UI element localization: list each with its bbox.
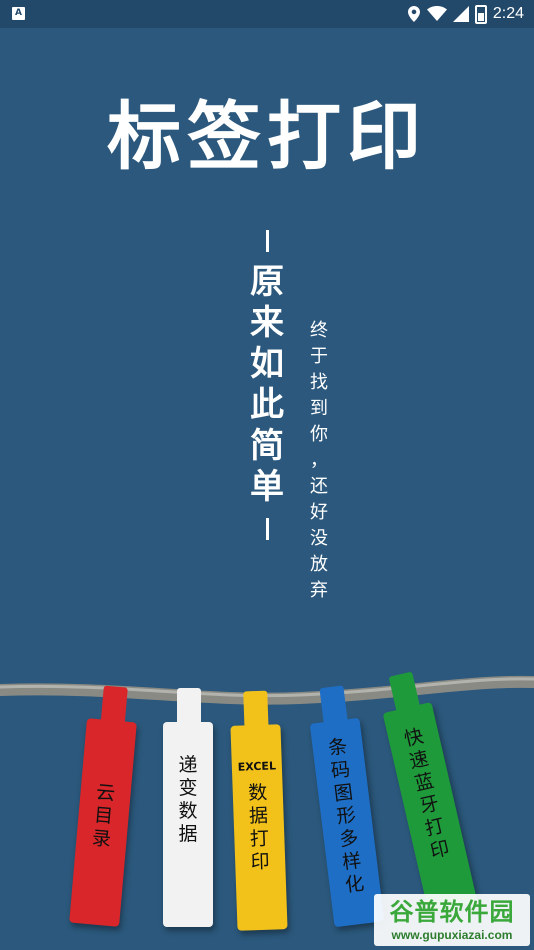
tagline-sub-char: 到: [310, 398, 328, 419]
app-notification-icon: A: [12, 7, 25, 20]
tag-label-char: 变: [178, 777, 198, 799]
tagline-main: 原 来 如 此 简 单: [247, 230, 287, 540]
tagline-sub-char: ，: [310, 450, 328, 471]
label-tag-excel-print: EXCEL 数 据 打 印: [230, 690, 288, 931]
tagline-main-char: 此: [250, 385, 284, 425]
tag-label-char: 打: [249, 827, 270, 851]
tag-neck: [319, 685, 349, 729]
tagline-dash-bottom: [265, 518, 269, 540]
label-tag-incremental-data: 递 变 数 据: [163, 688, 213, 927]
tag-label: 条 码 图 形 多 样 化: [312, 734, 381, 900]
tagline-main-char: 如: [250, 344, 284, 384]
tagline-sub-char: 还: [310, 476, 328, 497]
tagline-sub-char: 于: [310, 346, 328, 367]
wifi-icon: [426, 6, 447, 21]
label-tag-cloud-directory: 云 目 录: [69, 685, 137, 927]
label-tag-bluetooth-print: 快 速 蓝 牙 打 印: [382, 671, 478, 913]
tag-label: 递 变 数 据: [163, 754, 213, 846]
tag-label-char: 据: [248, 804, 269, 828]
status-time: 2:24: [492, 5, 524, 22]
splash-title: 标签打印: [107, 94, 427, 180]
tag-neck: [243, 690, 269, 732]
tagline-sub-char: 好: [310, 502, 328, 523]
site-watermark: 谷普软件园 www.gupuxiazai.com: [374, 894, 530, 946]
tagline-sub-char: 放: [310, 554, 328, 575]
tagline-sub: 终 于 找 到 你 ， 还 好 没 放 弃: [307, 318, 331, 604]
tag-label-char: 录: [91, 827, 112, 851]
tag-label-prefix: EXCEL: [237, 759, 277, 774]
tagline-main-char: 来: [250, 303, 284, 343]
tagline-sub-char: 你: [310, 424, 328, 445]
tag-neck: [100, 685, 128, 728]
tag-label: EXCEL 数 据 打 印: [231, 754, 285, 875]
tag-label: 云 目 录: [76, 780, 132, 853]
tagline-sub-char: 找: [310, 372, 328, 393]
tag-label-char: 印: [250, 850, 271, 874]
tagline-main-char: 单: [250, 467, 284, 507]
status-bar: A 2:24: [0, 0, 534, 28]
tagline-sub-char: 没: [310, 528, 328, 549]
watermark-brand: 谷普软件园: [389, 898, 515, 926]
tag-label-char: 数: [247, 781, 268, 805]
tag-label-char: 数: [178, 800, 198, 822]
tag-neck: [177, 688, 201, 728]
tagline-dash-top: [265, 230, 269, 252]
tagline-sub-char: 终: [310, 320, 328, 341]
tag-label-char: 递: [178, 754, 198, 776]
tag-label: 快 速 蓝 牙 打 印: [387, 721, 467, 867]
tagline-main-char: 原: [250, 262, 284, 302]
status-icons: 2:24: [407, 3, 524, 25]
location-icon: [407, 6, 420, 22]
tagline-sub-char: 弃: [310, 580, 328, 601]
tagline-main-char: 简: [250, 426, 284, 466]
signal-icon: [452, 6, 469, 22]
tagline-main-chars: 原 来 如 此 简 单: [247, 262, 287, 508]
battery-icon: [474, 4, 487, 24]
watermark-url: www.gupuxiazai.com: [391, 928, 513, 942]
tag-label-char: 据: [178, 823, 198, 845]
